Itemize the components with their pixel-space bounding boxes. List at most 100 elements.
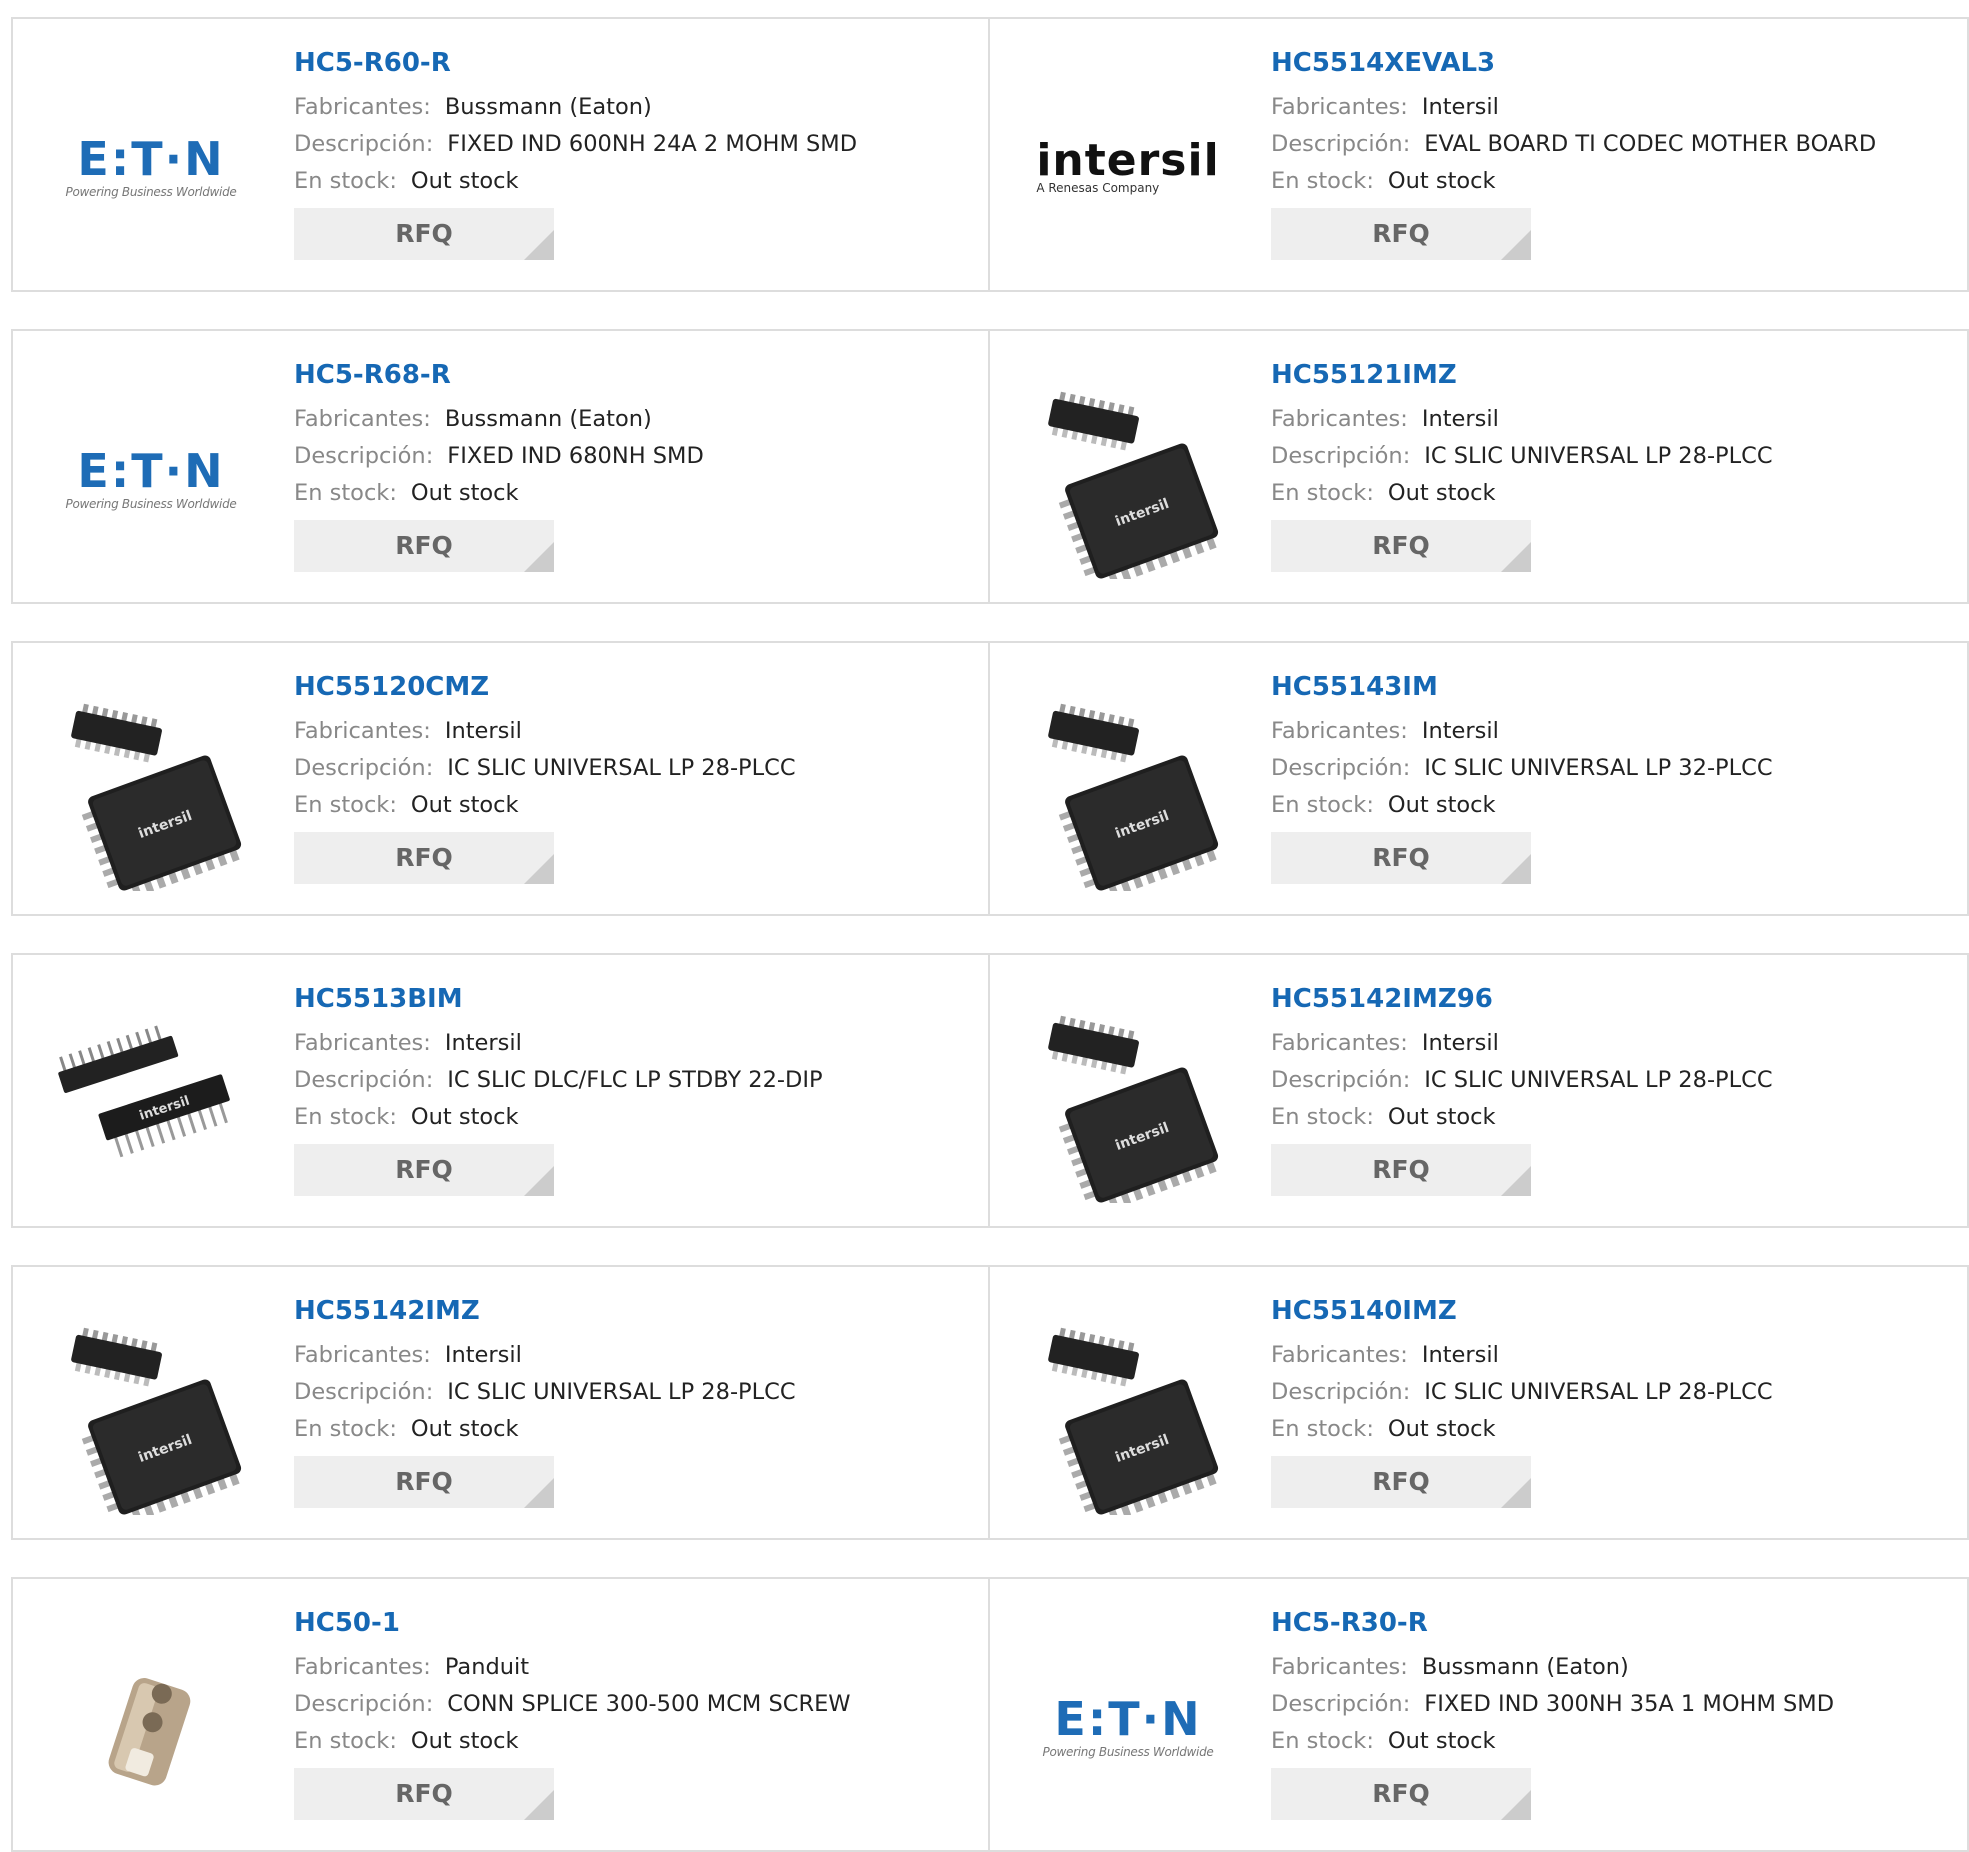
stock-label: En stock: — [294, 1104, 397, 1130]
description-row: Descripción: IC SLIC UNIVERSAL LP 28-PLCC — [294, 1374, 974, 1411]
manufacturer-value: Intersil — [1421, 94, 1499, 120]
stock-value: Out stock — [1387, 1728, 1496, 1754]
manufacturer-row: Fabricantes: Bussmann (Eaton) — [294, 401, 974, 438]
product-image[interactable] — [51, 1627, 251, 1827]
description-label: Descripción: — [1271, 1379, 1411, 1405]
description-value: FIXED IND 680NH SMD — [447, 443, 704, 469]
manufacturer-label: Fabricantes: — [1271, 718, 1408, 744]
stock-value: Out stock — [410, 1104, 519, 1130]
corner-triangle-icon — [1501, 1166, 1531, 1196]
product-image[interactable]: intersil — [51, 1315, 251, 1515]
part-number-link[interactable]: HC55142IMZ — [294, 1295, 974, 1327]
part-number-link[interactable]: HC55142IMZ96 — [1271, 983, 1951, 1015]
eaton-logo-tagline: Powering Business Worldwide — [65, 185, 237, 199]
product-image[interactable]: E:T·N Powering Business Worldwide — [51, 67, 251, 267]
description-label: Descripción: — [294, 443, 434, 469]
stock-row: En stock: Out stock — [294, 1411, 974, 1448]
plcc-chip-image: intersil — [1048, 391, 1219, 579]
description-label: Descripción: — [294, 1379, 434, 1405]
manufacturer-row: Fabricantes: Bussmann (Eaton) — [1271, 1649, 1951, 1686]
description-value: CONN SPLICE 300-500 MCM SCREW — [447, 1691, 851, 1717]
stock-value: Out stock — [410, 792, 519, 818]
corner-triangle-icon — [524, 1790, 554, 1820]
intersil-logo-wordmark: intersil — [1036, 135, 1220, 186]
description-row: Descripción: IC SLIC UNIVERSAL LP 28-PLCC — [1271, 1062, 1951, 1099]
product-info: HC55142IMZ Fabricantes: Intersil Descripc… — [294, 1295, 974, 1508]
corner-triangle-icon — [524, 1166, 554, 1196]
stock-row: En stock: Out stock — [1271, 475, 1951, 512]
product-image[interactable]: intersil — [51, 691, 251, 891]
rfq-button[interactable]: RFQ — [294, 208, 554, 260]
product-card: intersil A Renesas Company HC5514XEVAL3 F… — [990, 17, 1969, 292]
stock-row: En stock: Out stock — [294, 163, 974, 200]
part-number-link[interactable]: HC50-1 — [294, 1607, 974, 1639]
manufacturer-label: Fabricantes: — [294, 406, 431, 432]
manufacturer-row: Fabricantes: Intersil — [294, 713, 974, 750]
stock-row: En stock: Out stock — [294, 475, 974, 512]
part-number-link[interactable]: HC5513BIM — [294, 983, 974, 1015]
rfq-button[interactable]: RFQ — [1271, 208, 1531, 260]
part-number-link[interactable]: HC5-R68-R — [294, 359, 974, 391]
rfq-button[interactable]: RFQ — [1271, 832, 1531, 884]
part-number-link[interactable]: HC55143IM — [1271, 671, 1951, 703]
product-card: intersil HC55142IMZ96 Fabricantes: Inters… — [990, 953, 1969, 1228]
description-row: Descripción: IC SLIC UNIVERSAL LP 28-PLCC — [294, 750, 974, 787]
manufacturer-row: Fabricantes: Bussmann (Eaton) — [294, 89, 974, 126]
product-image[interactable]: intersil A Renesas Company — [1028, 67, 1228, 267]
product-info: HC55120CMZ Fabricantes: Intersil Descripc… — [294, 671, 974, 884]
rfq-button[interactable]: RFQ — [294, 832, 554, 884]
product-info: HC55121IMZ Fabricantes: Intersil Descripc… — [1271, 359, 1951, 572]
rfq-button[interactable]: RFQ — [1271, 1456, 1531, 1508]
product-grid: E:T·N Powering Business Worldwide HC5-R60… — [11, 17, 1969, 1852]
corner-triangle-icon — [524, 854, 554, 884]
rfq-button[interactable]: RFQ — [294, 1768, 554, 1820]
product-image[interactable]: intersil — [1028, 691, 1228, 891]
part-number-link[interactable]: HC55140IMZ — [1271, 1295, 1951, 1327]
stock-label: En stock: — [1271, 480, 1374, 506]
rfq-button-label: RFQ — [395, 1467, 453, 1496]
part-number-link[interactable]: HC55121IMZ — [1271, 359, 1951, 391]
rfq-button-label: RFQ — [395, 531, 453, 560]
product-info: HC5514XEVAL3 Fabricantes: Intersil Descri… — [1271, 47, 1951, 260]
product-image[interactable]: intersil — [1028, 1003, 1228, 1203]
rfq-button[interactable]: RFQ — [294, 520, 554, 572]
description-label: Descripción: — [1271, 131, 1411, 157]
eaton-logo: E:T·N Powering Business Worldwide — [66, 135, 237, 199]
product-info: HC5-R68-R Fabricantes: Bussmann (Eaton) D… — [294, 359, 974, 572]
manufacturer-value: Intersil — [444, 1030, 522, 1056]
part-number-link[interactable]: HC5-R30-R — [1271, 1607, 1951, 1639]
rfq-button[interactable]: RFQ — [294, 1456, 554, 1508]
eaton-logo-wordmark: E:T·N — [77, 444, 225, 498]
product-card: E:T·N Powering Business Worldwide HC5-R68… — [11, 329, 990, 604]
description-row: Descripción: FIXED IND 600NH 24A 2 MOHM S… — [294, 126, 974, 163]
stock-label: En stock: — [1271, 168, 1374, 194]
stock-value: Out stock — [410, 1416, 519, 1442]
description-label: Descripción: — [294, 755, 434, 781]
description-label: Descripción: — [1271, 443, 1411, 469]
corner-triangle-icon — [524, 1478, 554, 1508]
corner-triangle-icon — [1501, 854, 1531, 884]
rfq-button-label: RFQ — [395, 843, 453, 872]
manufacturer-row: Fabricantes: Intersil — [1271, 1025, 1951, 1062]
part-number-link[interactable]: HC5514XEVAL3 — [1271, 47, 1951, 79]
part-number-link[interactable]: HC55120CMZ — [294, 671, 974, 703]
rfq-button[interactable]: RFQ — [294, 1144, 554, 1196]
product-image[interactable]: intersil — [1028, 1315, 1228, 1515]
stock-label: En stock: — [294, 168, 397, 194]
rfq-button[interactable]: RFQ — [1271, 520, 1531, 572]
eaton-logo-tagline: Powering Business Worldwide — [1042, 1745, 1214, 1759]
rfq-button-label: RFQ — [1372, 1467, 1430, 1496]
rfq-button[interactable]: RFQ — [1271, 1144, 1531, 1196]
product-image[interactable]: intersil — [51, 1003, 251, 1203]
description-row: Descripción: EVAL BOARD TI CODEC MOTHER B… — [1271, 126, 1951, 163]
product-image[interactable]: E:T·N Powering Business Worldwide — [1028, 1627, 1228, 1827]
manufacturer-label: Fabricantes: — [294, 94, 431, 120]
plcc-chip-image: intersil — [1048, 703, 1219, 891]
product-image[interactable]: intersil — [1028, 379, 1228, 579]
description-label: Descripción: — [1271, 1067, 1411, 1093]
product-info: HC55142IMZ96 Fabricantes: Intersil Descri… — [1271, 983, 1951, 1196]
manufacturer-value: Panduit — [444, 1654, 530, 1680]
part-number-link[interactable]: HC5-R60-R — [294, 47, 974, 79]
rfq-button[interactable]: RFQ — [1271, 1768, 1531, 1820]
product-image[interactable]: E:T·N Powering Business Worldwide — [51, 379, 251, 579]
